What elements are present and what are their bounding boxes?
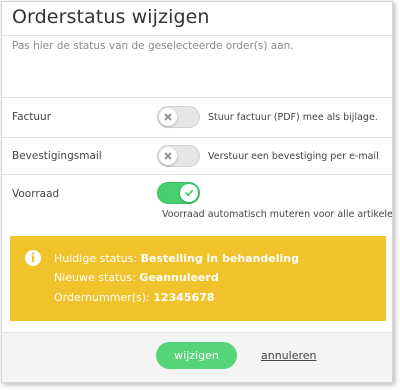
title-divider (2, 35, 392, 36)
dialog-footer: wijzigen annuleren (2, 332, 392, 382)
dialog-subtitle: Pas hier de status van de geselecteerde … (12, 40, 294, 52)
new-status-label: Nieuwe status: (54, 271, 136, 284)
voorraad-toggle[interactable] (157, 182, 200, 204)
order-numbers: Ordernummer(s): 12345678 (54, 291, 215, 304)
x-icon (159, 147, 177, 165)
factuur-toggle[interactable] (157, 106, 200, 128)
divider (2, 174, 392, 175)
factuur-label: Factuur (12, 111, 52, 123)
current-status-label: Huidige status: (54, 252, 138, 265)
x-icon (159, 108, 177, 126)
order-numbers-value: 12345678 (153, 291, 215, 304)
status-info-alert: i Huidige status: Bestelling in behandel… (10, 236, 386, 321)
change-order-status-dialog: Orderstatus wijzigen Pas hier de status … (1, 1, 393, 383)
bevestigingsmail-toggle[interactable] (157, 145, 200, 167)
bevestigingsmail-label: Bevestigingsmail (12, 150, 102, 162)
check-icon (180, 184, 198, 202)
current-status-value: Bestelling in behandeling (140, 252, 299, 265)
confirm-button[interactable]: wijzigen (156, 342, 237, 369)
divider (2, 97, 392, 98)
new-status-value: Geannuleerd (139, 271, 219, 284)
bevestigingsmail-description: Verstuur een bevestiging per e-mail (208, 151, 379, 162)
voorraad-label: Voorraad (12, 188, 60, 200)
cancel-link[interactable]: annuleren (261, 349, 317, 362)
info-icon: i (25, 250, 41, 266)
dialog-title: Orderstatus wijzigen (12, 6, 210, 28)
current-status: Huidige status: Bestelling in behandelin… (54, 252, 299, 265)
divider (2, 137, 392, 138)
new-status: Nieuwe status: Geannuleerd (54, 271, 219, 284)
voorraad-description: Voorraad automatisch muteren voor alle a… (162, 209, 393, 220)
order-numbers-label: Ordernummer(s): (54, 291, 150, 304)
factuur-description: Stuur factuur (PDF) mee als bijlage. (208, 112, 378, 123)
